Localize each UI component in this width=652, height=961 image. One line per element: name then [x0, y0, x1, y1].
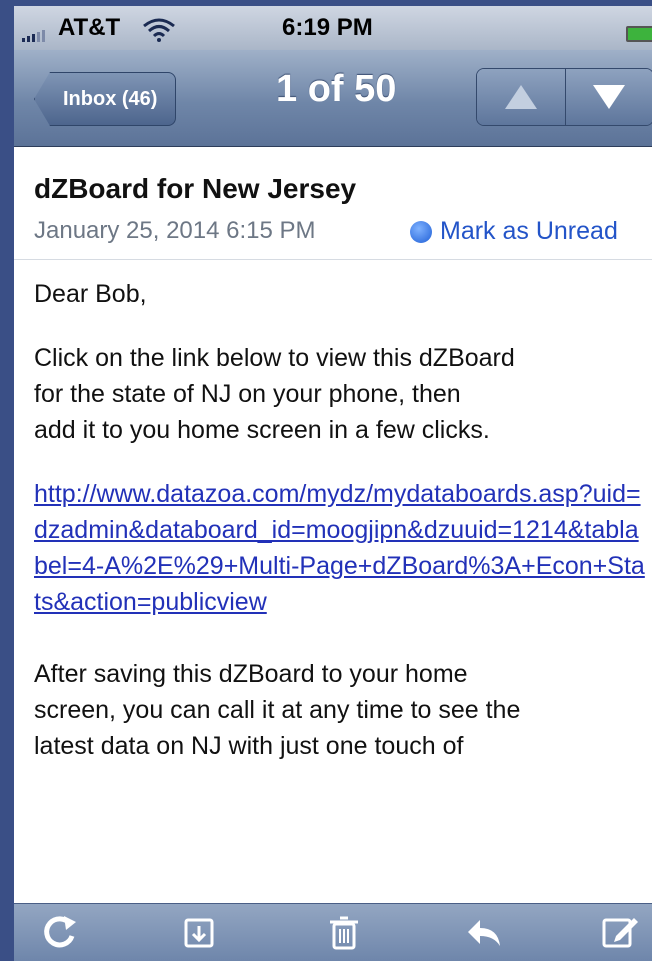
reply-icon[interactable] — [460, 912, 508, 960]
refresh-icon[interactable] — [36, 912, 84, 960]
mark-as-unread-link[interactable]: Mark as Unread — [440, 217, 618, 246]
paragraph-line: for the state of NJ on your phone, then — [34, 380, 461, 408]
message-navigation — [476, 68, 652, 126]
paragraph-intro: Click on the link below to view this dZB… — [34, 340, 652, 448]
arrow-up-icon — [504, 85, 537, 109]
message-position: 1 of 50 — [276, 68, 397, 110]
message-date: January 25, 2014 6:15 PM — [34, 217, 316, 244]
carrier-name: AT&T — [58, 14, 121, 41]
next-message-button[interactable] — [564, 69, 652, 125]
navigation-bar: Inbox (46) 1 of 50 — [14, 50, 652, 147]
status-time: 6:19 PM — [282, 14, 373, 41]
bottom-toolbar — [14, 903, 652, 961]
signal-strength-icon — [22, 30, 45, 42]
databoard-link[interactable]: http://www.datazoa.com/mydz/mydataboards… — [34, 476, 648, 620]
message-subject: dZBoard for New Jersey — [34, 173, 357, 204]
arrow-down-icon — [593, 85, 626, 109]
paragraph-line: screen, you can call it at any time to s… — [34, 696, 521, 724]
message-body: Dear Bob, Click on the link below to vie… — [34, 276, 652, 792]
phone-screen: AT&T 6:19 PM Inbox (46) 1 of 50 dZBoard … — [14, 6, 652, 961]
paragraph-line: After saving this dZBoard to your home — [34, 660, 468, 688]
compose-icon[interactable] — [596, 912, 644, 960]
folder-move-icon[interactable] — [176, 912, 224, 960]
trash-icon[interactable] — [320, 912, 368, 960]
greeting: Dear Bob, — [34, 280, 147, 308]
battery-icon — [626, 26, 652, 42]
paragraph-line: Click on the link below to view this dZB… — [34, 344, 515, 372]
wifi-icon — [142, 18, 176, 49]
previous-message-button[interactable] — [477, 69, 565, 125]
status-bar: AT&T 6:19 PM — [14, 6, 652, 50]
paragraph-line: add it to you home screen in a few click… — [34, 416, 490, 444]
paragraph-outro: After saving this dZBoard to your home s… — [34, 656, 652, 764]
paragraph-line: latest data on NJ with just one touch of — [34, 732, 464, 760]
inbox-back-button[interactable]: Inbox (46) — [34, 72, 177, 126]
unread-dot-icon[interactable] — [410, 221, 432, 243]
message-header: dZBoard for New Jersey January 25, 2014 … — [14, 147, 652, 260]
